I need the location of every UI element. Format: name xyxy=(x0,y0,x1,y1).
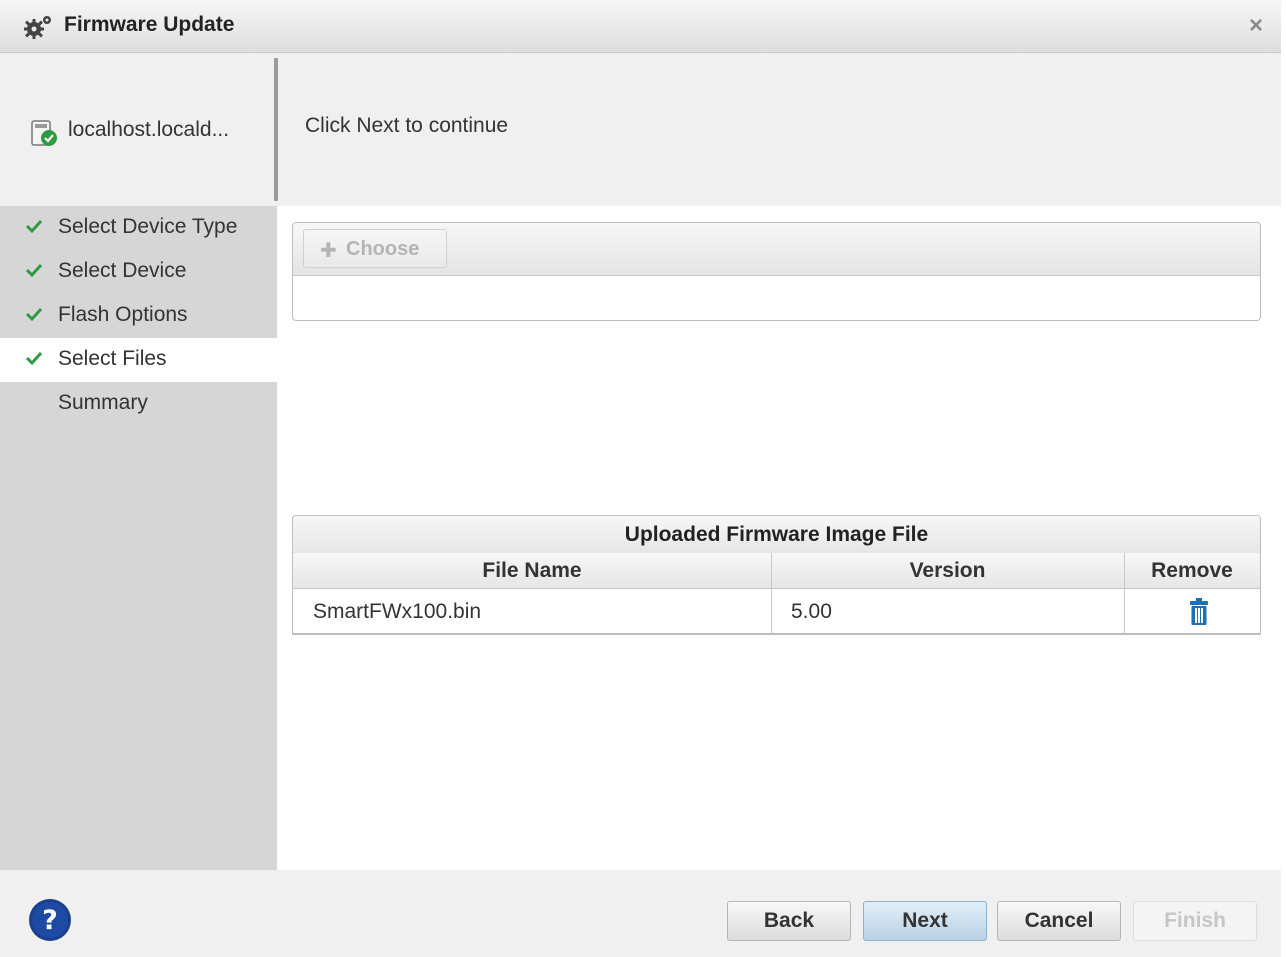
step-label: Select Device Type xyxy=(58,215,238,238)
device-summary: localhost.locald... xyxy=(0,53,275,206)
dialog-title: Firmware Update xyxy=(64,13,235,36)
check-icon xyxy=(25,263,43,278)
step-summary[interactable]: Summary xyxy=(0,382,277,426)
check-icon xyxy=(25,307,43,322)
svg-text:?: ? xyxy=(42,905,58,936)
table-bottom-border xyxy=(292,633,1261,635)
column-header-version: Version xyxy=(771,553,1124,589)
cell-version: 5.00 xyxy=(791,600,832,623)
next-button[interactable]: Next xyxy=(863,901,987,941)
check-icon xyxy=(25,351,43,366)
cell-file-name: SmartFWx100.bin xyxy=(313,600,482,623)
step-label: Select Device xyxy=(58,259,187,282)
step-label: Summary xyxy=(58,391,148,414)
cancel-button[interactable]: Cancel xyxy=(997,901,1121,941)
finish-button[interactable]: Finish xyxy=(1133,901,1257,941)
column-header-file-name: File Name xyxy=(293,553,771,589)
trash-icon[interactable] xyxy=(1188,598,1210,626)
panel-divider[interactable] xyxy=(274,58,278,201)
back-button[interactable]: Back xyxy=(727,901,851,941)
title-bar: Firmware Update × xyxy=(0,0,1281,53)
column-divider xyxy=(771,553,772,634)
plus-icon: ✚ xyxy=(320,240,337,262)
choose-button[interactable]: ✚ Choose xyxy=(303,229,447,268)
uploaded-files-table: Uploaded Firmware Image File File Name V… xyxy=(292,515,1261,635)
upload-toolbar: ✚ Choose xyxy=(293,223,1260,276)
step-flash-options[interactable]: Flash Options xyxy=(0,294,277,338)
table-caption: Uploaded Firmware Image File xyxy=(293,516,1260,554)
step-select-files[interactable]: Select Files xyxy=(0,338,277,382)
device-ok-icon xyxy=(31,120,57,146)
close-icon[interactable]: × xyxy=(1246,14,1266,38)
column-header-remove: Remove xyxy=(1124,553,1260,589)
step-label: Flash Options xyxy=(58,303,188,326)
device-name: localhost.locald... xyxy=(68,118,230,141)
column-divider xyxy=(1124,553,1125,634)
main-content: ✚ Choose Uploaded Firmware Image File Fi… xyxy=(277,206,1281,870)
check-icon xyxy=(25,219,43,234)
step-label: Select Files xyxy=(58,347,167,370)
file-upload-panel: ✚ Choose xyxy=(292,222,1261,321)
wizard-steps: Select Device Type Select Device Flash O… xyxy=(0,206,277,870)
gear-icon xyxy=(24,16,51,39)
step-select-device-type[interactable]: Select Device Type xyxy=(0,206,277,250)
header-panel: localhost.locald... Click Next to contin… xyxy=(0,53,1281,206)
help-icon[interactable]: ? xyxy=(28,898,72,942)
choose-label: Choose xyxy=(346,238,420,260)
step-select-device[interactable]: Select Device xyxy=(0,250,277,294)
firmware-update-dialog: Firmware Update × localhost.locald... Cl… xyxy=(0,0,1286,957)
instructions-text: Click Next to continue xyxy=(305,114,509,137)
dialog-footer: ? Back Next Cancel Finish xyxy=(0,870,1281,957)
